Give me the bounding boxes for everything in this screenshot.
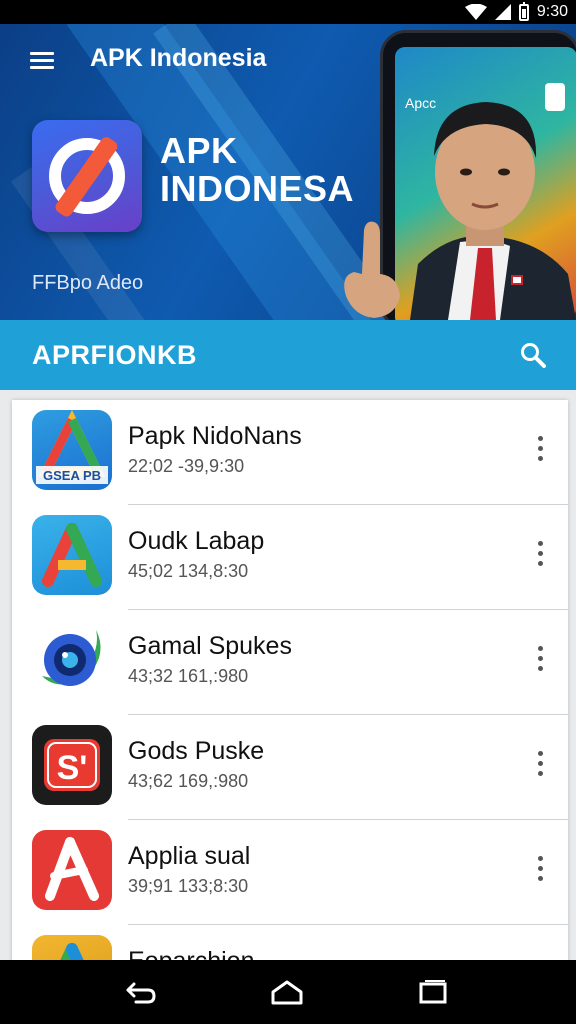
brand-name: APK INDONESA bbox=[160, 130, 355, 209]
status-time: 9:30 bbox=[536, 3, 568, 20]
a-letter-icon bbox=[45, 837, 99, 901]
app-icon: GSEA PB bbox=[32, 410, 112, 490]
more-options-icon[interactable] bbox=[530, 434, 550, 466]
more-options-icon[interactable] bbox=[530, 644, 550, 676]
app-logo bbox=[32, 120, 142, 232]
battery-icon bbox=[518, 1, 529, 21]
app-icon bbox=[32, 515, 112, 595]
more-options-icon[interactable] bbox=[530, 539, 550, 571]
a-triangle-icon bbox=[42, 523, 102, 587]
list-item[interactable]: S' Gods Puske 43;62 169,:980 bbox=[12, 715, 568, 820]
home-icon[interactable] bbox=[270, 978, 304, 1006]
status-bar: 9:30 bbox=[0, 0, 576, 24]
a-triangle-icon bbox=[60, 943, 84, 960]
list-item[interactable]: Gamal Spukes 43;32 161,:980 bbox=[12, 610, 568, 715]
app-meta: 22;02 -39,9:30 bbox=[128, 456, 245, 476]
app-icon bbox=[32, 830, 112, 910]
s-logo-icon: S' bbox=[44, 739, 100, 791]
list-item[interactable]: Oudk Labap 45;02 134,8:30 bbox=[12, 505, 568, 610]
section-title: APRFIONKB bbox=[32, 340, 197, 370]
back-icon[interactable] bbox=[124, 978, 158, 1006]
app-icon bbox=[32, 935, 112, 960]
svg-text:S': S' bbox=[57, 749, 88, 787]
more-options-icon[interactable] bbox=[530, 749, 550, 781]
recent-apps-icon[interactable] bbox=[416, 978, 450, 1006]
brand-subtitle: FFBpo Adeo bbox=[32, 272, 144, 294]
a-triangle-icon: GSEA PB bbox=[36, 410, 108, 484]
hero-banner: APK Indonesia APK INDONESA FFBpo Adeo Ap… bbox=[0, 24, 576, 320]
app-meta: 43;32 161,:980 bbox=[128, 666, 249, 686]
wifi-icon bbox=[464, 4, 487, 20]
app-icon: S' bbox=[32, 725, 112, 805]
app-name: Oudk Labap bbox=[128, 527, 265, 555]
camera-lens-icon bbox=[42, 630, 101, 686]
no-sign-logo-icon bbox=[49, 137, 125, 217]
app-icon bbox=[32, 620, 112, 700]
search-icon[interactable] bbox=[520, 342, 546, 368]
app-name: Applia sual bbox=[128, 842, 251, 870]
signal-icon bbox=[494, 4, 511, 20]
svg-text:GSEA PB: GSEA PB bbox=[43, 468, 101, 483]
app-list-area: GSEA PB Papk NidoNans 22;02 -39,9:30 Oud… bbox=[0, 390, 576, 960]
app-name: Eoparchion bbox=[128, 947, 254, 960]
app-name: Papk NidoNans bbox=[128, 422, 302, 450]
menu-icon[interactable] bbox=[30, 52, 54, 70]
list-item[interactable]: Applia sual 39;91 133;8:30 bbox=[12, 820, 568, 925]
app-meta: 39;91 133;8:30 bbox=[128, 876, 249, 896]
presenter-photo bbox=[344, 102, 576, 320]
app-name: Gamal Spukes bbox=[128, 632, 292, 660]
more-options-icon[interactable] bbox=[530, 854, 550, 886]
app-list: GSEA PB Papk NidoNans 22;02 -39,9:30 Oud… bbox=[12, 400, 568, 960]
app-meta: 43;62 169,:980 bbox=[128, 771, 249, 791]
app-name: Gods Puske bbox=[128, 737, 265, 765]
app-meta: 45;02 134,8:30 bbox=[128, 561, 249, 581]
list-item[interactable]: GSEA PB Papk NidoNans 22;02 -39,9:30 bbox=[12, 400, 568, 505]
list-item[interactable]: Eoparchion bbox=[12, 925, 568, 960]
app-title: APK Indonesia bbox=[90, 44, 267, 72]
section-toolbar: APRFIONKB bbox=[0, 320, 576, 390]
navigation-bar bbox=[0, 960, 576, 1024]
status-icons: 9:30 bbox=[464, 0, 568, 24]
